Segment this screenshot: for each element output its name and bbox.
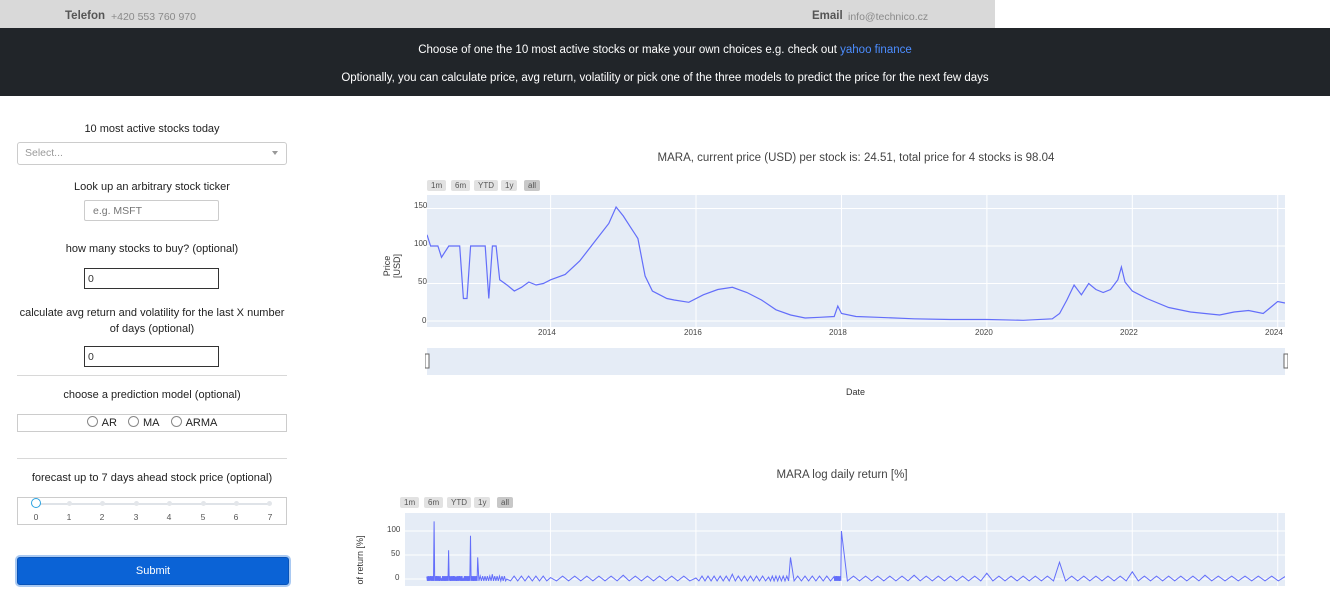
range-1y-button[interactable]: 1y [501,180,518,191]
return-y-axis-label: of return [%] [355,535,365,585]
days-input[interactable] [84,346,219,367]
email-value[interactable]: info@technico.cz [848,11,928,23]
dropdown-placeholder: Select... [25,147,63,159]
radio-label: AR [101,417,117,429]
submit-button[interactable]: Submit [17,557,289,585]
y-tick-label: 150 [414,201,428,210]
radio-label: ARMA [185,417,218,429]
slider-tick-label: 1 [66,512,72,522]
radio-label: MA [143,417,160,429]
range-slider-right-handle[interactable] [1283,353,1288,369]
radio-circle-icon[interactable] [86,416,98,427]
price-chart-title: MARA, current price (USD) per stock is: … [657,152,1055,164]
radio-ma[interactable]: MA [128,416,160,429]
divider [17,375,287,376]
return-chart-title: MARA log daily return [%] [776,469,908,481]
active-stocks-dropdown[interactable]: Select... [17,142,287,165]
slider-step[interactable] [67,501,72,506]
range-6m-button[interactable]: 6m [451,180,471,191]
x-tick-label: 2020 [975,328,993,337]
slider-step[interactable] [234,501,239,506]
slider-step[interactable] [134,501,139,506]
slider-tick-label: 4 [166,512,172,522]
radio-arma[interactable]: ARMA [170,416,218,429]
intro-line-1: Choose of one the 10 most active stocks … [0,44,1330,56]
active-stocks-title: 10 most active stocks today [84,123,220,135]
days-title: calculate avg return and volatility for … [19,307,285,335]
quantity-title: how many stocks to buy? (optional) [65,243,239,255]
x-tick-label: 2024 [1265,328,1283,337]
intro-banner: Choose of one the 10 most active stocks … [0,28,1330,96]
range-ytd-button[interactable]: YTD [474,180,498,191]
slider-handle[interactable] [31,498,41,508]
price-x-axis-label: Date [846,387,866,397]
x-tick-label: 2022 [1120,328,1138,337]
y-tick-label: 100 [414,239,428,248]
y-tick-label: 0 [422,316,427,325]
range-1m-button[interactable]: 1m [427,180,447,191]
y-tick-label: 0 [395,573,400,582]
chevron-down-icon[interactable] [272,151,278,155]
y-tick-label: 50 [391,549,400,558]
y-tick-label: 100 [387,525,401,534]
slider-tick-label: 6 [233,512,239,522]
range-slider[interactable] [425,348,1288,375]
lookup-title: Look up an arbitrary stock ticker [74,181,230,193]
radio-circle-icon[interactable] [170,416,182,427]
x-tick-label: 2014 [538,328,556,337]
model-title: choose a prediction model (optional) [63,389,241,401]
range-all-button[interactable]: all [497,497,514,508]
email-label: Email [812,10,843,22]
forecast-slider: 0 1 2 3 4 5 6 7 [17,497,287,525]
range-1y-button[interactable]: 1y [474,497,491,508]
radio-ar[interactable]: AR [86,416,117,429]
radio-circle-icon[interactable] [128,416,139,427]
forecast-title: forecast up to 7 days ahead stock price … [31,472,273,484]
yahoo-finance-link[interactable]: yahoo finance [840,44,912,56]
price-y-axis-label: Price [USD] [382,254,402,279]
phone-value[interactable]: +420 553 760 970 [111,11,196,23]
slider-step[interactable] [267,501,272,506]
contact-bar: Telefon +420 553 760 970 Email info@tech… [0,0,995,28]
slider-tick-label: 2 [99,512,105,522]
model-radio-group: AR MA ARMA [17,414,287,432]
y-tick-label: 50 [418,277,427,286]
slider-step[interactable] [167,501,172,506]
slider-tick-label: 0 [33,512,39,522]
ticker-search-input[interactable] [84,200,219,221]
intro-line-2: Optionally, you can calculate price, avg… [341,72,989,84]
slider-tick-label: 3 [133,512,139,522]
range-slider-left-handle[interactable] [425,353,430,369]
phone-label: Telefon [65,10,106,22]
intro-text: Choose of one the 10 most active stocks … [418,44,837,56]
quantity-input[interactable] [84,268,219,289]
slider-tick-label: 5 [200,512,206,522]
return-plot-area[interactable] [405,513,1285,586]
x-tick-label: 2016 [684,328,702,337]
range-1m-button[interactable]: 1m [400,497,420,508]
plot-background [405,513,1285,586]
range-all-button[interactable]: all [524,180,541,191]
range-6m-button[interactable]: 6m [424,497,444,508]
slider-tick-label: 7 [267,512,273,522]
range-slider-track[interactable] [427,348,1285,375]
plot-background [427,195,1285,327]
slider-step[interactable] [100,501,105,506]
divider [17,458,287,459]
price-plot-area[interactable] [427,195,1285,327]
x-tick-label: 2018 [829,328,847,337]
range-ytd-button[interactable]: YTD [447,497,471,508]
slider-step[interactable] [201,501,206,506]
